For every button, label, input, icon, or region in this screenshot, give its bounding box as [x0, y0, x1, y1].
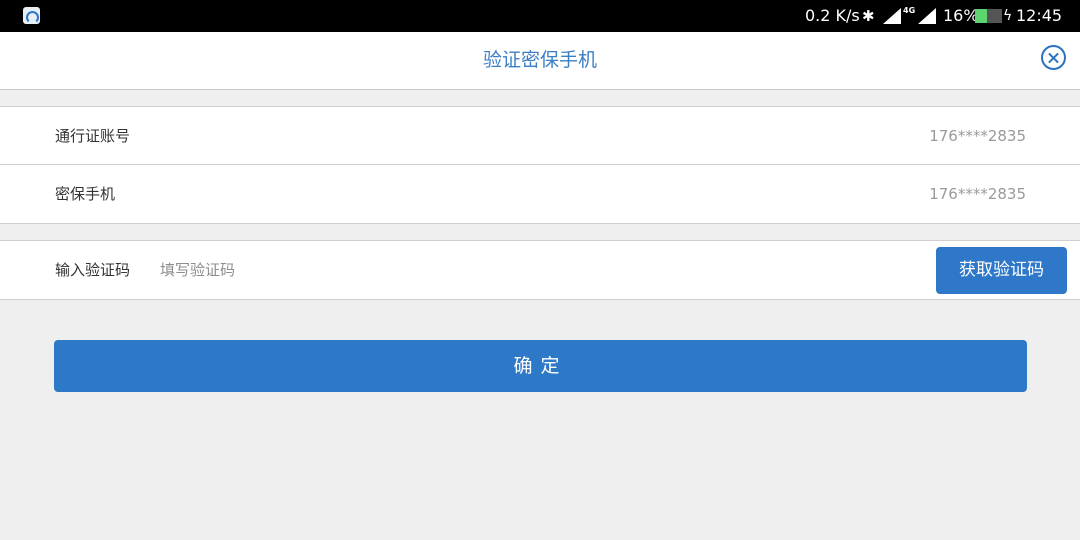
battery-percent: 16%	[943, 6, 979, 25]
clock: 12:45	[1016, 6, 1063, 25]
verification-label: 输入验证码	[55, 261, 131, 279]
account-value: 176****2835	[929, 127, 1026, 145]
network-speed: 0.2 K/s	[805, 6, 860, 25]
battery-level	[975, 9, 988, 23]
page-header: 验证密保手机	[0, 32, 1080, 90]
account-info-card: 通行证账号 176****2835 密保手机 176****2835	[0, 106, 1080, 224]
charging-icon: ϟ	[1003, 8, 1013, 24]
confirm-button[interactable]: 确定	[54, 340, 1027, 392]
verification-card: 输入验证码 获取验证码	[0, 240, 1080, 300]
status-bar: 0.2 K/s ✱ 4G 16% ϟ 12:45	[0, 0, 1080, 32]
page-title: 验证密保手机	[482, 49, 597, 71]
network-type: 4G	[903, 6, 916, 15]
battery-icon	[975, 9, 1002, 23]
close-icon[interactable]	[1041, 45, 1066, 70]
app-icon	[23, 7, 40, 24]
get-code-button[interactable]: 获取验证码	[936, 247, 1067, 294]
secure-phone-row: 密保手机 176****2835	[0, 165, 1080, 223]
secure-phone-label: 密保手机	[55, 185, 116, 203]
bluetooth-icon: ✱	[862, 7, 875, 25]
account-row: 通行证账号 176****2835	[0, 107, 1080, 165]
signal-icon	[918, 8, 936, 24]
secure-phone-value: 176****2835	[929, 185, 1026, 203]
verification-code-input[interactable]	[160, 254, 860, 286]
account-label: 通行证账号	[55, 127, 131, 145]
signal-icon	[883, 8, 901, 24]
